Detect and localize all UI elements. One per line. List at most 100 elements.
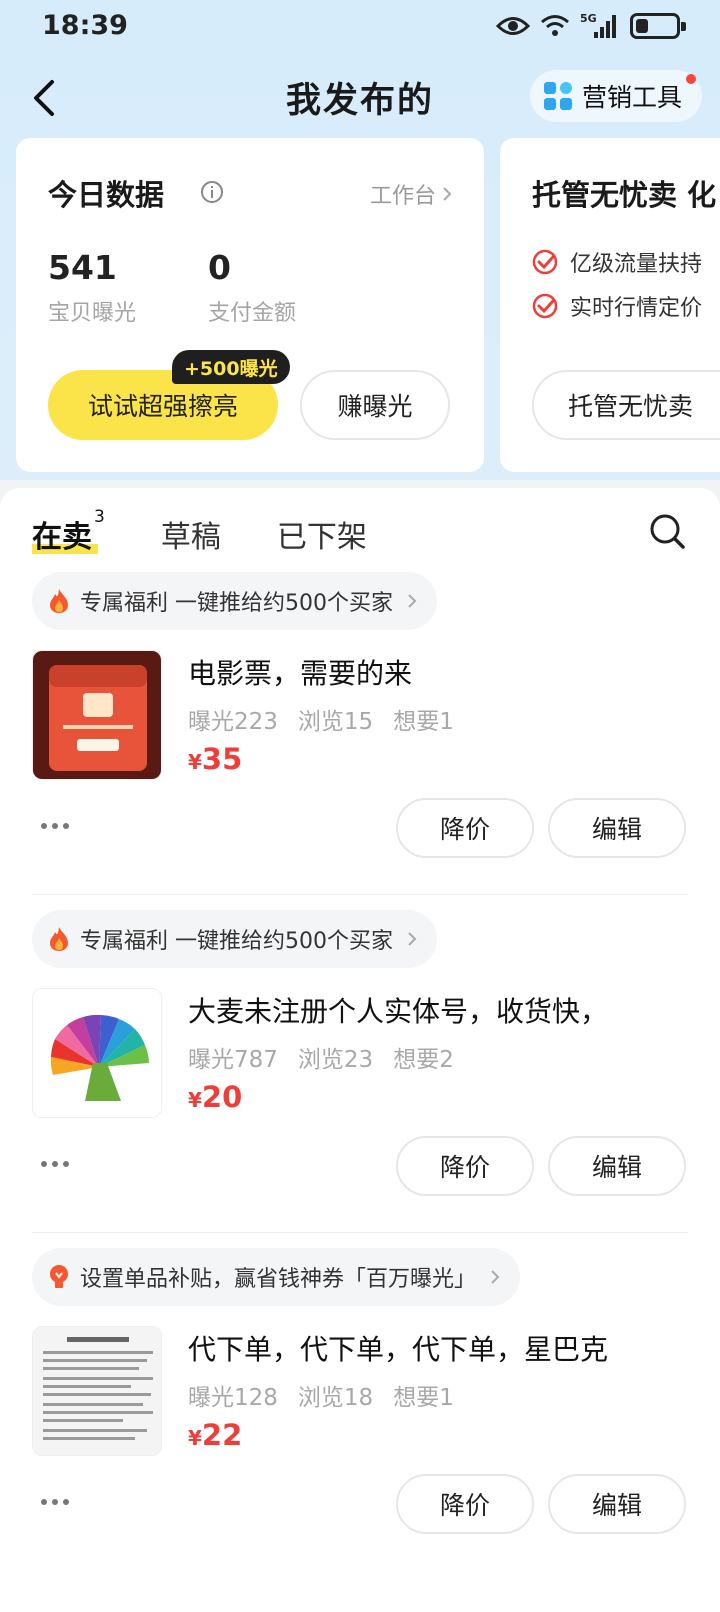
info-icon[interactable] — [200, 180, 224, 204]
status-time: 18:39 — [42, 10, 128, 41]
bonus-exposure-badge: +500曝光 — [172, 350, 290, 384]
nav-bar: 我发布的 营销工具 — [0, 60, 720, 140]
promo-text: 专属福利 一键推给约500个买家 — [80, 929, 393, 954]
tab-removed[interactable]: 已下架 — [277, 512, 367, 556]
chevron-right-icon — [408, 594, 417, 608]
promo-text: 设置单品补贴，赢省钱神券「百万曝光」 — [80, 1267, 477, 1292]
item-thumbnail[interactable] — [32, 1326, 162, 1456]
check-circle-icon — [532, 293, 558, 319]
promo-banner[interactable]: 专属福利 一键推给约500个买家 — [32, 572, 437, 630]
managed-feature-pricing: 实时行情定价 — [532, 290, 702, 322]
item-title[interactable]: 代下单，代下单，代下单，星巴克 — [188, 1328, 608, 1368]
search-icon[interactable] — [648, 512, 686, 550]
listing-tabs: 在卖3 草稿 已下架 — [32, 507, 367, 556]
item-title[interactable]: 大麦未注册个人实体号，收货快， — [188, 990, 608, 1030]
listing-item: 专属福利 一键推给约500个买家 电影票，需要的来 曝光223 浏览15 想要1… — [0, 572, 720, 920]
item-views: 浏览23 — [297, 1047, 374, 1073]
managed-feature-traffic: 亿级流量扶持 — [532, 246, 702, 278]
item-title[interactable]: 电影票，需要的来 — [188, 652, 412, 692]
today-data-card: 今日数据 工作台 541 宝贝曝光 0 支付金额 试试超强擦亮 +500曝光 赚… — [16, 138, 484, 472]
reduce-price-button[interactable]: 降价 — [396, 1136, 534, 1196]
chevron-right-icon — [491, 1270, 500, 1284]
workbench-label: 工作台 — [369, 184, 436, 209]
marketing-tools-button[interactable]: 营销工具 — [529, 70, 702, 122]
check-circle-icon — [532, 249, 558, 275]
eye-icon — [496, 17, 530, 35]
more-options-icon[interactable] — [40, 822, 70, 830]
item-exposure: 曝光787 — [188, 1047, 278, 1073]
item-wants: 想要1 — [393, 1385, 454, 1411]
peacock-logo-image — [33, 989, 161, 1117]
edit-button[interactable]: 编辑 — [548, 1136, 686, 1196]
promo-text: 专属福利 一键推给约500个买家 — [80, 591, 393, 616]
promo-banner[interactable]: 设置单品补贴，赢省钱神券「百万曝光」 — [32, 1248, 521, 1306]
item-thumbnail[interactable] — [32, 650, 162, 780]
status-bar: 18:39 5G — [0, 0, 720, 54]
item-stats: 曝光223 浏览15 想要1 — [188, 702, 454, 736]
managed-feature-traffic-label: 亿级流量扶持 — [570, 252, 703, 277]
item-exposure: 曝光223 — [188, 709, 278, 735]
item-wants: 想要2 — [393, 1047, 454, 1073]
item-wants: 想要1 — [393, 709, 454, 735]
edit-button[interactable]: 编辑 — [548, 1474, 686, 1534]
workbench-link[interactable]: 工作台 — [370, 178, 452, 210]
tab-on-sale-count: 3 — [94, 507, 105, 527]
edit-button[interactable]: 编辑 — [548, 798, 686, 858]
item-price: ¥35 — [188, 742, 242, 776]
price-value: 20 — [201, 1080, 243, 1114]
more-options-icon[interactable] — [40, 1498, 70, 1506]
managed-selling-card[interactable]: 托管无忧卖 化 亿级流量扶持 实时行情定价 托管无忧卖 — [500, 138, 720, 472]
item-views: 浏览15 — [297, 709, 374, 735]
managed-feature-pricing-label: 实时行情定价 — [570, 296, 703, 321]
price-value: 35 — [201, 742, 243, 776]
chevron-right-icon — [443, 187, 452, 201]
today-data-title: 今日数据 — [48, 178, 165, 212]
price-value: 22 — [201, 1418, 243, 1452]
listings-panel: 在卖3 草稿 已下架 专属福利 一键推给约500个买家 电影票，需要的来 曝光2… — [0, 488, 720, 1612]
signal-5g-icon: 5G — [580, 12, 616, 38]
battery-icon — [630, 13, 686, 39]
document-image — [33, 1327, 161, 1455]
item-stats: 曝光128 浏览18 想要1 — [188, 1378, 454, 1412]
chevron-right-icon — [408, 932, 417, 946]
marketing-tools-label: 营销工具 — [581, 83, 682, 112]
exposure-label: 宝贝曝光 — [48, 301, 137, 326]
item-exposure: 曝光128 — [188, 1385, 278, 1411]
notification-dot — [686, 74, 696, 84]
listing-item: 设置单品补贴，赢省钱神券「百万曝光」 代下单，代下单，代下单，星巴克 曝光128… — [0, 1248, 720, 1596]
app-grid-icon — [543, 82, 572, 110]
price-currency: ¥ — [188, 750, 202, 774]
tab-drafts[interactable]: 草稿 — [161, 512, 221, 556]
wifi-icon — [541, 15, 569, 36]
price-currency: ¥ — [188, 1426, 202, 1450]
listing-item: 专属福利 一键推给约500个买家 大麦未注册个人实体号，收货快， 曝光787 浏… — [0, 910, 720, 1258]
tab-on-sale-label: 在卖 — [32, 520, 92, 555]
item-price: ¥22 — [188, 1418, 242, 1452]
item-views: 浏览18 — [297, 1385, 374, 1411]
divider — [32, 894, 688, 895]
flame-icon — [50, 589, 68, 613]
payment-stat: 0 支付金额 — [208, 248, 296, 327]
promo-banner[interactable]: 专属福利 一键推给约500个买家 — [32, 910, 437, 968]
tab-on-sale[interactable]: 在卖3 — [32, 507, 105, 556]
item-stats: 曝光787 浏览23 想要2 — [188, 1040, 454, 1074]
flame-icon — [50, 927, 68, 951]
lightbulb-icon — [50, 1265, 68, 1288]
managed-selling-button[interactable]: 托管无忧卖 — [532, 370, 720, 440]
exposure-value: 541 — [48, 248, 117, 287]
red-envelope-image — [33, 651, 161, 779]
payment-label: 支付金额 — [208, 301, 297, 326]
price-currency: ¥ — [188, 1088, 202, 1112]
payment-value: 0 — [208, 248, 231, 287]
item-price: ¥20 — [188, 1080, 242, 1114]
status-icons: 5G — [496, 12, 686, 40]
reduce-price-button[interactable]: 降价 — [396, 1474, 534, 1534]
divider — [32, 1232, 688, 1233]
network-type: 5G — [580, 12, 597, 25]
managed-selling-title: 托管无忧卖 化 — [532, 178, 717, 212]
item-thumbnail[interactable] — [32, 988, 162, 1118]
reduce-price-button[interactable]: 降价 — [396, 798, 534, 858]
earn-exposure-button[interactable]: 赚曝光 — [300, 370, 450, 440]
more-options-icon[interactable] — [40, 1160, 70, 1168]
exposure-stat: 541 宝贝曝光 — [48, 248, 136, 327]
